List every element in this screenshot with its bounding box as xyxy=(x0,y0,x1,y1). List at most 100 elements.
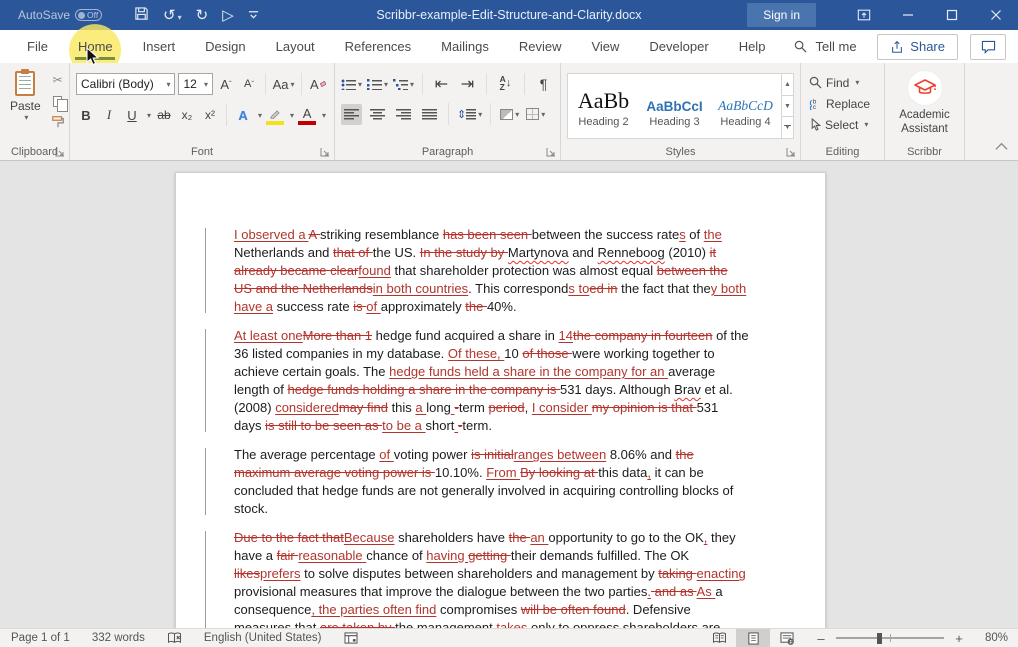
maximize-button[interactable] xyxy=(930,0,974,30)
borders-button[interactable]: ▾ xyxy=(525,104,546,125)
cut-button[interactable]: ✂ xyxy=(49,72,67,88)
paste-button[interactable]: Paste ▾ xyxy=(6,69,45,142)
font-family-select[interactable]: Calibri (Body)▾ xyxy=(76,73,175,95)
text-run: the fact that the xyxy=(618,281,711,296)
collapse-ribbon-icon[interactable] xyxy=(995,138,1008,156)
change-case-button[interactable]: Aa▾ xyxy=(272,74,295,95)
paragraph[interactable]: At least oneMore than 1 hedge fund acqui… xyxy=(234,327,749,435)
numbering-button[interactable]: ▾ xyxy=(367,74,388,95)
paragraph[interactable]: Due to the fact thatBecause shareholders… xyxy=(234,529,749,628)
redo-icon[interactable]: ↻ xyxy=(196,8,209,23)
save-icon[interactable] xyxy=(134,6,149,24)
share-button[interactable]: Share xyxy=(877,34,958,60)
tab-references[interactable]: References xyxy=(330,31,426,62)
sort-button[interactable]: AZ↓ xyxy=(495,74,516,95)
select-button[interactable]: Select▾ xyxy=(807,114,878,135)
tab-layout[interactable]: Layout xyxy=(261,31,330,62)
document-text[interactable]: I observed a A striking resemblance has … xyxy=(234,226,749,628)
grow-font-button[interactable]: Aˆ xyxy=(216,74,236,95)
zoom-out-button[interactable]: – xyxy=(814,631,828,646)
style-heading-2[interactable]: AaBbHeading 2 xyxy=(568,74,639,138)
text-run: that shareholder protection was almost e… xyxy=(391,263,657,278)
macro-icon xyxy=(344,632,358,644)
decrease-indent-button[interactable]: ⇤ xyxy=(431,74,452,95)
print-layout-button[interactable] xyxy=(736,629,770,647)
zoom-slider-thumb[interactable] xyxy=(877,633,882,644)
tell-me-box[interactable]: Tell me xyxy=(794,39,856,54)
show-formatting-button[interactable]: ¶ xyxy=(533,74,554,95)
customize-quick-access-icon[interactable] xyxy=(248,8,259,23)
paragraph-dialog-launcher[interactable] xyxy=(546,147,556,157)
document-area[interactable]: I observed a A striking resemblance has … xyxy=(0,161,1018,628)
clipboard-dialog-launcher[interactable] xyxy=(55,147,65,157)
styles-scroll-up-icon[interactable]: ▲ xyxy=(782,74,793,96)
italic-button[interactable]: I xyxy=(99,105,119,126)
align-center-button[interactable] xyxy=(367,104,388,125)
deleted-text: taking xyxy=(658,566,696,581)
style-heading-4[interactable]: AaBbCcDHeading 4 xyxy=(710,74,781,138)
shrink-font-button[interactable]: Aˇ xyxy=(239,74,259,95)
tab-help[interactable]: Help xyxy=(724,31,781,62)
font-color-button[interactable]: A xyxy=(297,105,317,126)
autosave-toggle[interactable]: AutoSave Off xyxy=(18,8,102,22)
tab-review[interactable]: Review xyxy=(504,31,577,62)
borders-icon xyxy=(526,108,539,120)
language-status[interactable]: English (United States) xyxy=(193,629,333,647)
bold-button[interactable]: B xyxy=(76,105,96,126)
play-macro-icon[interactable]: ▷ xyxy=(222,8,234,23)
tab-insert[interactable]: Insert xyxy=(128,31,191,62)
tab-developer[interactable]: Developer xyxy=(634,31,723,62)
align-right-button[interactable] xyxy=(393,104,414,125)
increase-indent-button[interactable]: ⇥ xyxy=(457,74,478,95)
tab-file[interactable]: File xyxy=(12,31,63,62)
replace-button[interactable]: bc Replace xyxy=(807,93,878,114)
paragraph[interactable]: I observed a A striking resemblance has … xyxy=(234,226,749,316)
read-mode-button[interactable] xyxy=(702,629,736,647)
copy-button[interactable] xyxy=(49,93,67,109)
macro-recording-status[interactable] xyxy=(333,629,369,647)
format-painter-button[interactable] xyxy=(49,114,67,130)
text-run: (2010) xyxy=(665,245,710,260)
styles-more-icon[interactable]: ▼ xyxy=(782,117,793,138)
tab-mailings[interactable]: Mailings xyxy=(426,31,504,62)
text-highlight-button[interactable] xyxy=(265,105,285,126)
styles-scroll-down-icon[interactable]: ▼ xyxy=(782,96,793,118)
zoom-percentage[interactable]: 80% xyxy=(974,632,1008,644)
document-page[interactable]: I observed a A striking resemblance has … xyxy=(175,172,826,628)
strikethrough-button[interactable]: ab xyxy=(154,105,174,126)
ribbon-display-options-icon[interactable] xyxy=(842,0,886,30)
underline-button[interactable]: U xyxy=(122,105,142,126)
minimize-button[interactable] xyxy=(886,0,930,30)
comments-button[interactable] xyxy=(970,34,1006,60)
inserted-text: hedge funds held a share in the company … xyxy=(389,364,668,379)
sign-in-button[interactable]: Sign in xyxy=(747,3,816,27)
style-heading-3[interactable]: AaBbCcIHeading 3 xyxy=(639,74,710,138)
tab-view[interactable]: View xyxy=(576,31,634,62)
bullets-button[interactable]: ▾ xyxy=(341,74,362,95)
close-button[interactable] xyxy=(974,0,1018,30)
paragraph[interactable]: The average percentage of voting power i… xyxy=(234,446,749,518)
word-count-status[interactable]: 332 words xyxy=(81,629,156,647)
page-number-status[interactable]: Page 1 of 1 xyxy=(0,629,81,647)
align-left-button[interactable] xyxy=(341,104,362,125)
styles-dialog-launcher[interactable] xyxy=(786,147,796,157)
undo-icon[interactable]: ↺▾ xyxy=(163,8,182,23)
proofing-errors-status[interactable] xyxy=(156,629,193,647)
zoom-slider[interactable] xyxy=(836,637,944,639)
shading-button[interactable]: ▾ xyxy=(499,104,520,125)
zoom-in-button[interactable]: + xyxy=(952,631,966,646)
font-size-select[interactable]: 12▾ xyxy=(178,73,213,95)
clear-formatting-button[interactable]: A xyxy=(308,74,328,95)
subscript-button[interactable]: x₂ xyxy=(177,105,197,126)
web-layout-button[interactable] xyxy=(770,629,804,647)
font-dialog-launcher[interactable] xyxy=(320,147,330,157)
academic-assistant-button[interactable]: Academic Assistant xyxy=(891,71,958,137)
multilevel-list-button[interactable]: ▾ xyxy=(393,74,414,95)
find-button[interactable]: Find▾ xyxy=(807,72,878,93)
text-effects-button[interactable]: A xyxy=(233,105,253,126)
tab-design[interactable]: Design xyxy=(190,31,260,62)
tab-home[interactable]: Home xyxy=(63,31,128,62)
line-spacing-button[interactable]: ⇕▾ xyxy=(457,104,482,125)
justify-button[interactable] xyxy=(419,104,440,125)
superscript-button[interactable]: x² xyxy=(200,105,220,126)
